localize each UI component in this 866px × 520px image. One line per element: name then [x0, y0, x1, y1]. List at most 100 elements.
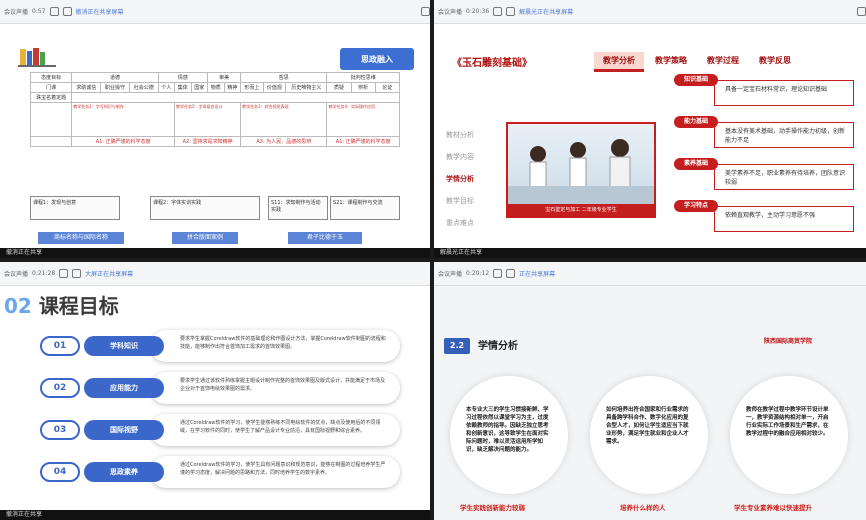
classroom-photo: 宝石鉴定与加工 二年级专业学生 — [506, 122, 656, 218]
table-header: 道德 — [71, 72, 159, 83]
side-menu: 教材分析 教学内容 学情分析 教学目标 重点难点 — [446, 124, 474, 234]
goal-label: 应用能力 — [84, 378, 164, 398]
close-icon[interactable] — [421, 7, 430, 16]
analysis-row: 基本没有美术基础，动手操作能力初级，创新能力不足 能力基础 — [674, 116, 854, 150]
ideology-cell: A3: 为人民、品德的思辨 — [240, 136, 328, 147]
task-cell: 教学任务2：字母组合设计 — [173, 102, 242, 137]
analysis-label: 能力基础 — [674, 116, 718, 128]
shared-screen-pane-1[interactable]: 会议声播 0:57 撤消正在共享屏幕 思政融入 态度目标 道德 情感 审美 哲思… — [0, 0, 430, 258]
table-cell: 形而上 — [240, 82, 264, 93]
subtask-box: 课程2：字体实训实践 — [150, 196, 260, 220]
analysis-row: 美学素养不足，职业素养有待培养，团队意识较弱 素养基础 — [674, 158, 854, 192]
ideology-cell: A2: 坚持求是求知精神 — [173, 136, 242, 147]
table-header: 态度目标 — [29, 72, 73, 83]
share-icon[interactable] — [59, 269, 69, 278]
user-label: 会议声播 — [438, 271, 463, 278]
analysis-label: 素养基础 — [674, 158, 718, 170]
goal-number: 01 — [40, 336, 80, 356]
ideology-table: 态度目标 道德 情感 审美 哲思 批判性思维 门课 求助诚信 职业操守 社会公德… — [29, 72, 401, 147]
slide-content: 02 课程目标 要求学生掌握Coreldraw软件的基础理论和作图设计方法，掌握… — [0, 286, 430, 520]
goal-item: 要求学生掌握Coreldraw软件的基础理论和作图设计方法，掌握Coreldra… — [40, 330, 400, 362]
close-icon[interactable] — [857, 7, 866, 16]
shared-screen-pane-2[interactable]: 会议声播 0:20:36 解晨光正在共享屏幕 《玉石雕刻基础》 教学分析 教学策… — [434, 0, 866, 258]
caption-label: 商标名称与国际名称 — [38, 232, 124, 244]
tab-teaching-process: 教学过程 — [707, 56, 739, 65]
share-status: 大屏正在共享屏幕 — [85, 271, 134, 278]
school-logo: 陕西国际商贸学院 — [764, 338, 813, 345]
video-conference-grid: 会议声播 0:57 撤消正在共享屏幕 思政融入 态度目标 道德 情感 审美 哲思… — [0, 0, 866, 520]
side-item: 重点难点 — [446, 219, 474, 227]
shared-screen-pane-4[interactable]: 会议声播 0:20:12 正在共享屏幕 2.2 学情分析 陕西国际商贸学院 本专… — [434, 262, 866, 520]
group-icon[interactable] — [62, 7, 72, 16]
table-cell: 门课 — [29, 82, 73, 93]
goal-label: 思政素养 — [84, 462, 164, 482]
analysis-label: 知识基础 — [674, 74, 718, 86]
table-row-label: 珠宝名着定题 — [29, 92, 73, 103]
user-label: 会议声播 — [438, 9, 463, 16]
share-footer: 撤消正在共享 — [0, 510, 430, 520]
ideology-cell: A1: 正确严谨的科学态度 — [71, 136, 175, 147]
photo-caption: 宝石鉴定与加工 二年级专业学生 — [508, 204, 654, 216]
timer: 0:57 — [32, 8, 46, 15]
pane-toolbar: 会议声播 0:57 撤消正在共享屏幕 — [0, 0, 430, 24]
slide-content: 思政融入 态度目标 道德 情感 审美 哲思 批判性思维 门课 求助诚信 职业操守… — [0, 24, 430, 258]
tab-teaching-analysis: 教学分析 — [594, 52, 644, 72]
goal-text: 通过Coreldraw软件的学习，使学生能够熟练不同电绘软件的优点，缺点及使用后… — [150, 414, 400, 446]
analysis-text: 美学素养不足，职业素养有待培养，团队意识较弱 — [714, 164, 854, 190]
share-icon[interactable] — [493, 7, 503, 16]
table-cell: 职业操守 — [100, 82, 130, 93]
section-title: 课程目标 — [38, 294, 119, 318]
slide-content: 2.2 学情分析 陕西国际商贸学院 本专业大三的学生习惯接新鲜、学习过程依然以课… — [434, 286, 866, 520]
pane-toolbar: 会议声播 0:21:28 大屏正在共享屏幕 — [0, 262, 430, 286]
section-title: 学情分析 — [478, 341, 518, 352]
section-badge: 2.2 — [444, 338, 470, 354]
analysis-row: 依赖直观教学，主动学习意愿不强 学习特点 — [674, 200, 854, 234]
share-icon[interactable] — [493, 269, 503, 278]
ideology-cell: A1: 正确严谨的科学态度 — [326, 136, 400, 147]
books-icon — [18, 48, 56, 67]
analysis-circle: 如何培养出符合国家和行业需求的具备跨学科合作、数字化应用的复合型人才，如何让学生… — [590, 376, 708, 494]
subtask-box: S21：课程制作与交流 — [330, 196, 400, 220]
analysis-circle: 本专业大三的学生习惯接新鲜、学习过程依然以课堂学习为主，过度依赖教师的指导。因缺… — [450, 376, 568, 494]
table-header: 审美 — [207, 72, 242, 83]
shared-screen-pane-3[interactable]: 会议声播 0:21:28 大屏正在共享屏幕 02 课程目标 要求学生掌握Core… — [0, 262, 430, 520]
subtask-box: S11：求知制作与活动实践 — [268, 196, 328, 220]
group-icon[interactable] — [506, 269, 516, 278]
students-illustration — [508, 139, 654, 204]
analysis-circle: 教师在教学过程中教学环节设计单一，教学资源结构相对单一，开启行业实际工作场景和生… — [730, 376, 848, 494]
analysis-text: 基本没有美术基础，动手操作能力初级，创新能力不足 — [714, 122, 854, 148]
table-cell: 个人 — [157, 82, 175, 93]
conclusion-label: 培养什么样的人 — [620, 504, 666, 512]
subtask-box: 课程1：发现与创意 — [30, 196, 120, 220]
table-cell: 集体 — [173, 82, 192, 93]
goal-item: 要求学生通过该软件熟练掌握主题设计制作完整的首饰效果图及版式设计，并能满足于市场… — [40, 372, 400, 404]
goal-label: 国际视野 — [84, 420, 164, 440]
tab-teaching-reflection: 教学反思 — [759, 56, 791, 65]
section-number: 02 — [4, 294, 32, 318]
caption-label: 拼合版面案例 — [172, 232, 238, 244]
timer: 0:20:36 — [466, 8, 490, 15]
table-header: 情感 — [157, 72, 209, 83]
pane-toolbar: 会议声播 0:20:12 正在共享屏幕 — [434, 262, 866, 286]
goal-number: 04 — [40, 462, 80, 482]
table-cell: 历史唯物主义 — [285, 82, 328, 93]
conclusion-label: 学生专业素养难以快速提升 — [734, 504, 812, 512]
group-icon[interactable] — [72, 269, 82, 278]
task-cell: 教学任务1：字号知识与制作 — [71, 102, 175, 137]
table-cell: 质疑 — [326, 82, 352, 93]
share-icon[interactable] — [49, 7, 59, 16]
tab-teaching-strategy: 教学策略 — [655, 56, 687, 65]
conclusion-label: 学生实践创新能力较弱 — [460, 504, 525, 512]
group-icon[interactable] — [506, 7, 516, 16]
goal-label: 学科知识 — [84, 336, 164, 356]
side-item: 教材分析 — [446, 131, 474, 139]
share-footer: 撤消正在共享 — [0, 248, 430, 258]
analysis-text: 具备一定宝石材料常识，理论知识基础 — [714, 80, 854, 106]
goal-text: 要求学生掌握Coreldraw软件的基础理论和作图设计方法，掌握Coreldra… — [150, 330, 400, 362]
analysis-row: 具备一定宝石材料常识，理论知识基础 知识基础 — [674, 74, 854, 108]
caption-label: 君子比德于玉 — [288, 232, 362, 244]
goal-text: 通过Coreldraw软件的学习，使学生具有问题意识和规范意识，能够在制图的过程… — [150, 456, 400, 488]
section-heading: 02 课程目标 — [4, 290, 119, 319]
table-header: 批判性思维 — [326, 72, 400, 83]
ideology-title: 思政融入 — [340, 48, 414, 70]
